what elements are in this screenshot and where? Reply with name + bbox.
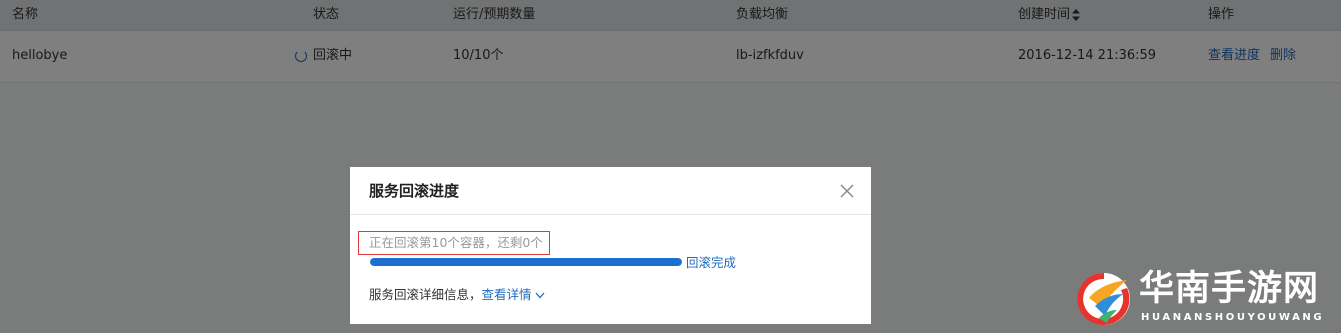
progress-bar — [370, 258, 682, 266]
view-details-label: 查看详情 — [481, 287, 532, 302]
logo-emblem-icon — [1077, 272, 1130, 325]
dialog-header: 服务回滚进度 — [350, 167, 871, 215]
progress-status-link[interactable]: 回滚完成 — [686, 255, 736, 271]
rollback-progress-dialog: 服务回滚进度 正在回滚第10个容器，还剩0个 回滚完成 服务回滚详细信息， 查看… — [350, 167, 871, 324]
chevron-down-icon — [535, 292, 545, 298]
watermark-title: 华南手游网 — [1139, 269, 1320, 309]
view-details-link[interactable]: 查看详情 — [482, 287, 545, 303]
detail-label: 服务回滚详细信息， — [369, 287, 482, 302]
dialog-title: 服务回滚进度 — [369, 182, 460, 200]
detail-line: 服务回滚详细信息， 查看详情 — [369, 287, 545, 303]
progress-bar-fill — [370, 258, 682, 266]
progress-message: 正在回滚第10个容器，还剩0个 — [358, 231, 550, 255]
close-icon[interactable] — [839, 183, 855, 199]
site-watermark: 华南手游网 HUANANSHOUYOUWANG — [1075, 268, 1337, 330]
watermark-subtitle: HUANANSHOUYOUWANG — [1141, 312, 1325, 323]
